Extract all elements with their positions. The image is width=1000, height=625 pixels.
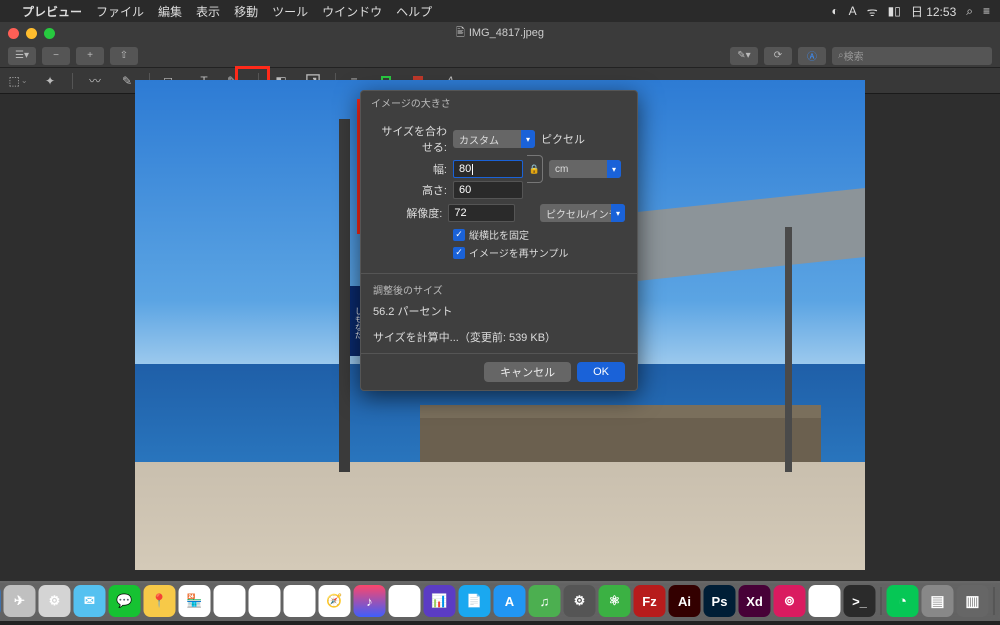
menu-file[interactable]: ファイル <box>96 3 144 20</box>
fit-label: サイズを合わせる: <box>373 123 447 155</box>
dock-app-15[interactable]: A <box>494 585 526 617</box>
dialog-title: イメージの大きさ <box>361 91 637 112</box>
result-title: 調整後のサイズ <box>373 282 625 297</box>
close-button[interactable] <box>8 28 19 39</box>
sketch-tool[interactable]: 〰 <box>85 71 105 91</box>
menubar: プレビュー ファイル 編集 表示 移動 ツール ウインドウ ヘルプ ◐ A ᯤ … <box>0 0 1000 22</box>
dock-app-3[interactable]: ✉ <box>74 585 106 617</box>
dock-app-5[interactable]: 📍 <box>144 585 176 617</box>
zoom-out[interactable]: − <box>42 47 70 65</box>
share-button[interactable]: ⇧ <box>110 47 138 65</box>
wifi-icon[interactable]: ᯤ <box>867 3 878 20</box>
dock-recent-0[interactable]: ◔ <box>887 585 919 617</box>
traffic-lights <box>8 28 55 39</box>
menu-edit[interactable]: 編集 <box>158 3 182 20</box>
instant-alpha-tool[interactable]: ✦ <box>40 71 60 91</box>
width-label: 幅: <box>373 161 447 177</box>
unit-select[interactable]: cm▾ <box>549 160 621 178</box>
dock-app-2[interactable]: ⚙ <box>39 585 71 617</box>
result-percent: 56.2 パーセント <box>373 303 625 319</box>
app-name[interactable]: プレビュー <box>22 3 82 20</box>
dock-app-21[interactable]: Ps <box>704 585 736 617</box>
width-input[interactable]: 80 <box>453 160 523 178</box>
search-input[interactable]: ⌕ 検索 <box>832 47 992 65</box>
resolution-input[interactable]: 72 <box>448 204 514 222</box>
cancel-button[interactable]: キャンセル <box>484 362 571 382</box>
dock-app-14[interactable]: 📄 <box>459 585 491 617</box>
toolbar-main: ☰▾ − + ⇧ ✎▾ ⟳ Ⓐ ⌕ 検索 <box>0 44 1000 68</box>
clock[interactable]: 日 12:53 <box>911 3 956 20</box>
resolution-label: 解像度: <box>373 205 442 221</box>
menu-tools[interactable]: ツール <box>272 3 308 20</box>
dock-app-7[interactable]: 22 <box>214 585 246 617</box>
dock-app-23[interactable]: ⊚ <box>774 585 806 617</box>
dock-app-24[interactable]: ◉ <box>809 585 841 617</box>
dock-app-1[interactable]: ✈ <box>4 585 36 617</box>
dock-app-10[interactable]: 🧭 <box>319 585 351 617</box>
fit-unit: ピクセル <box>541 131 585 147</box>
ok-button[interactable]: OK <box>577 362 625 382</box>
dock-app-17[interactable]: ⚙ <box>564 585 596 617</box>
battery-icon[interactable]: ▮▯ <box>888 4 901 18</box>
resolution-unit-select[interactable]: ピクセル/インチ▾ <box>540 204 625 222</box>
dock: ☺✈⚙✉💬📍🏪22···✎🧭♪▮📊📄A♫⚙⚛FzAiPsXd⊚◉>_ ◔▤▥ 🗑 <box>0 581 1000 621</box>
dock-app-0[interactable]: ☺ <box>0 585 1 617</box>
dock-app-16[interactable]: ♫ <box>529 585 561 617</box>
lock-aspect-checkbox[interactable]: ✓縦横比を固定 <box>453 227 529 242</box>
result-calc: サイズを計算中...（変更前: 539 KB） <box>373 329 625 345</box>
draw-tool[interactable]: ✎ <box>117 71 137 91</box>
minimize-button[interactable] <box>26 28 37 39</box>
dock-app-12[interactable]: ▮ <box>389 585 421 617</box>
spotlight-icon[interactable]: ⌕ <box>966 4 973 19</box>
dock-app-19[interactable]: Fz <box>634 585 666 617</box>
maximize-button[interactable] <box>44 28 55 39</box>
dock-app-20[interactable]: Ai <box>669 585 701 617</box>
dock-recent-1[interactable]: ▤ <box>922 585 954 617</box>
dock-recent-2[interactable]: ▥ <box>957 585 989 617</box>
resample-checkbox[interactable]: ✓イメージを再サンプル <box>453 245 569 260</box>
dock-app-4[interactable]: 💬 <box>109 585 141 617</box>
highlight-button[interactable]: ✎▾ <box>730 47 758 65</box>
menu-go[interactable]: 移動 <box>234 3 258 20</box>
resize-dialog: イメージの大きさ サイズを合わせる: カスタム▾ ピクセル 幅: 80 🔒 cm… <box>360 90 638 391</box>
dock-app-11[interactable]: ♪ <box>354 585 386 617</box>
file-icon: 🖹 <box>456 24 465 43</box>
window-titlebar: 🖹 IMG_4817.jpeg <box>0 22 1000 44</box>
dock-app-25[interactable]: >_ <box>844 585 876 617</box>
markup-button[interactable]: Ⓐ <box>798 47 826 65</box>
dock-app-22[interactable]: Xd <box>739 585 771 617</box>
dock-app-8[interactable]: ··· <box>249 585 281 617</box>
menu-window[interactable]: ウインドウ <box>322 3 382 20</box>
height-label: 高さ: <box>373 182 447 198</box>
input-icon[interactable]: A <box>849 4 857 18</box>
height-input[interactable]: 60 <box>453 181 523 199</box>
selection-tool[interactable]: ⬚ <box>8 71 28 91</box>
control-center-icon[interactable]: ≡ <box>983 4 990 18</box>
dock-app-18[interactable]: ⚛ <box>599 585 631 617</box>
status-icon[interactable]: ◐ <box>831 4 838 18</box>
menu-view[interactable]: 表示 <box>196 3 220 20</box>
menubar-right: ◐ A ᯤ ▮▯ 日 12:53 ⌕ ≡ <box>831 3 990 20</box>
rotate-button[interactable]: ⟳ <box>764 47 792 65</box>
sidebar-toggle[interactable]: ☰▾ <box>8 47 36 65</box>
menu-help[interactable]: ヘルプ <box>396 3 432 20</box>
dock-app-6[interactable]: 🏪 <box>179 585 211 617</box>
dock-app-13[interactable]: 📊 <box>424 585 456 617</box>
fit-select[interactable]: カスタム▾ <box>453 130 535 148</box>
zoom-in[interactable]: + <box>76 47 104 65</box>
lock-icon[interactable]: 🔒 <box>527 155 543 183</box>
dock-app-9[interactable]: ✎ <box>284 585 316 617</box>
window-title: IMG_4817.jpeg <box>469 27 544 39</box>
